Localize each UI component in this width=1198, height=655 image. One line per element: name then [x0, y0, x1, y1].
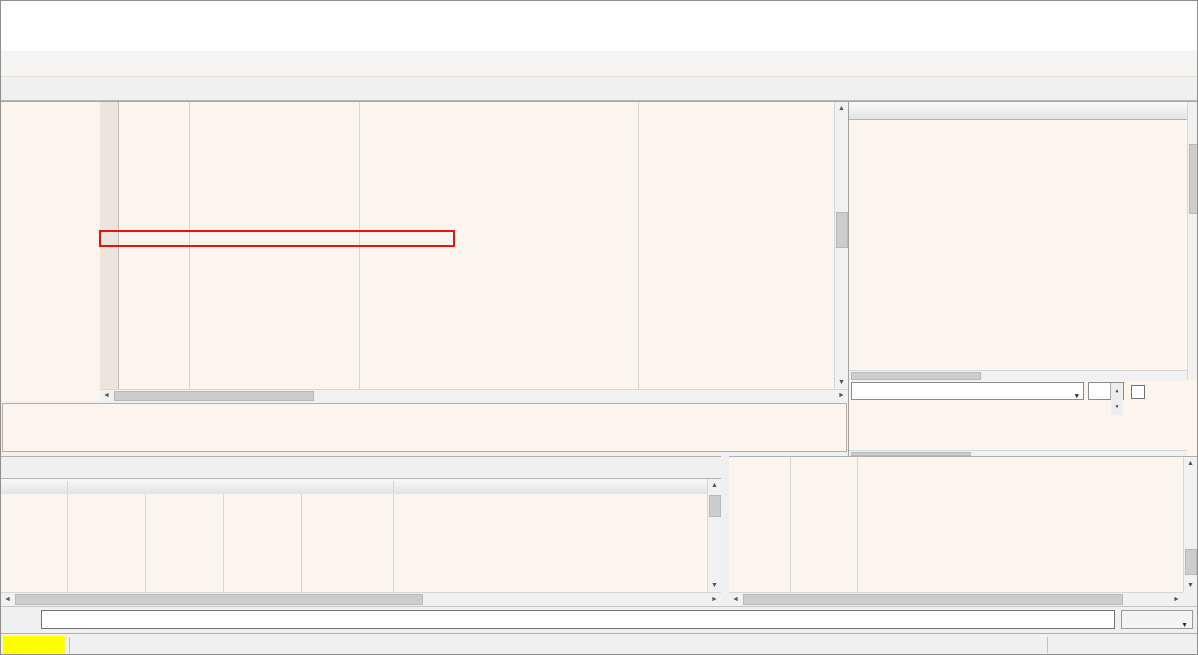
scroll-thumb[interactable]	[114, 391, 314, 401]
panel-splitter[interactable]	[721, 456, 729, 606]
hide-fpu-button[interactable]	[849, 102, 1198, 120]
registers-panel[interactable]	[848, 101, 1198, 456]
scroll-thumb[interactable]	[851, 372, 981, 380]
minimize-button[interactable]	[1059, 1, 1105, 29]
scroll-right-icon[interactable]: ►	[708, 593, 721, 606]
scroll-thumb[interactable]	[743, 594, 1123, 605]
scroll-down-icon[interactable]: ▼	[708, 579, 721, 592]
scroll-down-icon[interactable]: ▼	[1184, 579, 1197, 592]
registers-hscrollbar[interactable]	[849, 370, 1187, 381]
bottom-tabs	[1, 456, 729, 479]
disassembly-hscrollbar[interactable]: ◄ ►	[100, 389, 848, 402]
chevron-down-icon: ▼	[1075, 388, 1079, 404]
column-divider	[67, 494, 68, 592]
column-divider	[857, 457, 858, 592]
disassembly-vscrollbar[interactable]: ▲ ▼	[834, 102, 849, 389]
scroll-left-icon[interactable]: ◄	[729, 593, 742, 606]
toolbar	[1, 51, 1197, 77]
stack-hscrollbar[interactable]: ◄ ►	[729, 592, 1183, 607]
scroll-thumb[interactable]	[15, 594, 423, 605]
unlock-checkbox[interactable]	[1131, 385, 1145, 399]
column-divider	[145, 494, 146, 592]
stack-panel[interactable]	[729, 456, 1198, 592]
scroll-up-icon[interactable]: ▲	[1184, 457, 1197, 470]
spin-down-icon[interactable]: ▼	[1111, 399, 1123, 415]
dump-vscrollbar[interactable]: ▲ ▼	[707, 479, 722, 592]
dump-header	[1, 479, 707, 495]
view-tabs	[1, 77, 1197, 101]
spin-up-icon[interactable]: ▲	[1111, 383, 1123, 399]
divider	[69, 637, 70, 653]
scroll-up-icon[interactable]: ▲	[835, 102, 848, 115]
x32dbg-window: ▲ ▼ ◄ ► ▼ ▲▼	[0, 0, 1198, 655]
menu-bar	[1, 29, 1197, 51]
calling-convention-select[interactable]: ▼	[851, 382, 1084, 400]
scroll-left-icon[interactable]: ◄	[100, 390, 113, 401]
column-divider	[67, 481, 68, 492]
info-box	[2, 403, 847, 452]
column-divider	[301, 494, 302, 592]
maximize-button[interactable]	[1105, 1, 1151, 29]
chevron-down-icon: ▼	[1181, 617, 1188, 634]
dump-rows	[1, 494, 707, 592]
disassembly-panel[interactable]	[1, 101, 848, 401]
scroll-thumb[interactable]	[1185, 549, 1197, 575]
argument-depth-stepper[interactable]: ▲▼	[1088, 382, 1124, 400]
scroll-thumb[interactable]	[709, 495, 721, 517]
scroll-thumb[interactable]	[836, 212, 848, 248]
scroll-right-icon[interactable]: ►	[1170, 593, 1183, 606]
scroll-thumb[interactable]	[1189, 144, 1198, 214]
scroll-up-icon[interactable]: ▲	[708, 479, 721, 492]
highlight-rectangle	[99, 230, 455, 247]
title-bar	[1, 1, 1197, 29]
dump-hscrollbar[interactable]: ◄ ►	[1, 592, 721, 607]
registers-vscrollbar[interactable]	[1187, 102, 1198, 380]
divider	[1047, 637, 1048, 653]
close-button[interactable]	[1151, 1, 1197, 29]
command-profile-select[interactable]: ▼	[1121, 610, 1193, 629]
command-input[interactable]	[41, 610, 1115, 629]
status-bar	[1, 633, 1198, 655]
bug-icon	[10, 6, 28, 24]
scroll-right-icon[interactable]: ►	[835, 390, 848, 401]
column-divider	[223, 494, 224, 592]
command-bar: ▼	[1, 606, 1198, 633]
status-badge	[3, 636, 65, 654]
column-divider	[790, 457, 791, 592]
column-divider	[393, 494, 394, 592]
column-divider	[393, 481, 394, 492]
scroll-left-icon[interactable]: ◄	[1, 593, 14, 606]
scroll-down-icon[interactable]: ▼	[835, 376, 848, 389]
stack-vscrollbar[interactable]: ▲ ▼	[1183, 457, 1198, 592]
column-divider	[638, 102, 639, 389]
